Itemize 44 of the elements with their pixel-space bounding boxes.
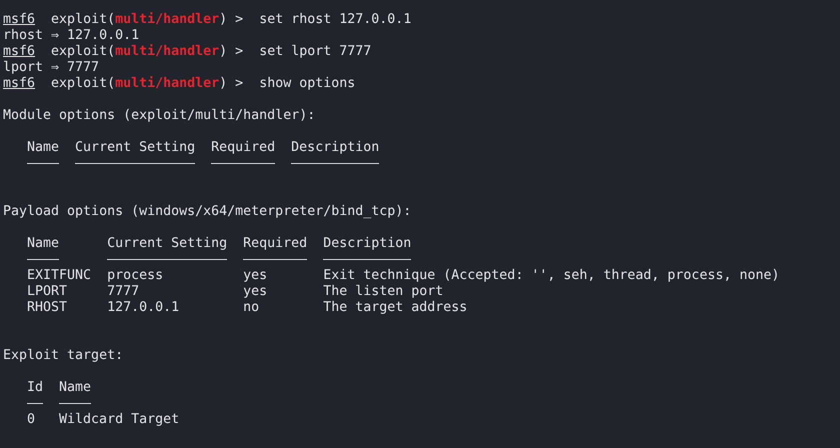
table-cell: yes	[243, 268, 268, 283]
column-header: Name	[27, 140, 60, 164]
table-cell: 127.0.0.1	[107, 300, 180, 315]
table-cell: process	[107, 268, 164, 283]
column-header: Required	[243, 236, 308, 260]
column-header: Description	[291, 140, 380, 164]
column-header: Name	[27, 236, 60, 260]
prompt-context: exploit(	[51, 76, 116, 91]
table-cell: EXITFUNC	[27, 268, 92, 283]
table-cell: 0	[27, 412, 36, 427]
table-cell: yes	[243, 284, 268, 299]
table-cell: RHOST	[27, 300, 68, 315]
table-cell: The target address	[323, 300, 468, 315]
column-header: Current Setting	[75, 140, 196, 164]
column-header: Id	[27, 380, 44, 404]
table-cell: The listen port	[323, 284, 444, 299]
section-title: Module options (exploit/multi/handler):	[3, 108, 316, 123]
section-title: Payload options (windows/x64/meterpreter/bind_tcp):	[3, 204, 412, 219]
table-cell: no	[243, 300, 260, 315]
command-text: show options	[259, 76, 356, 91]
module-name: multi/handler	[115, 76, 220, 91]
module-name: multi/handler	[115, 12, 220, 27]
column-header: Description	[323, 236, 412, 260]
column-header: Current Setting	[107, 236, 228, 260]
output-text: rhost ⇒ 127.0.0.1	[3, 28, 140, 43]
prompt-context: exploit(	[51, 44, 116, 59]
prompt-context: ) >	[219, 44, 244, 59]
column-header: Required	[211, 140, 276, 164]
table-cell: Wildcard Target	[59, 412, 180, 427]
command-text: set rhost 127.0.0.1	[259, 12, 412, 27]
prompt-label: msf6	[3, 44, 36, 59]
table-cell: Exit technique (Accepted: '', seh, thread, process, none)	[323, 268, 780, 283]
column-header: Name	[59, 380, 92, 404]
module-name: multi/handler	[115, 44, 220, 59]
prompt-context: ) >	[219, 76, 244, 91]
table-cell: 7777	[107, 284, 140, 299]
prompt-context: exploit(	[51, 12, 116, 27]
prompt-label: msf6	[3, 12, 36, 27]
prompt-label: msf6	[3, 76, 36, 91]
table-cell: LPORT	[27, 284, 68, 299]
section-title: Exploit target:	[3, 348, 124, 363]
output-text: lport ⇒ 7777	[3, 60, 100, 75]
command-text: set lport 7777	[259, 44, 372, 59]
prompt-context: ) >	[219, 12, 244, 27]
